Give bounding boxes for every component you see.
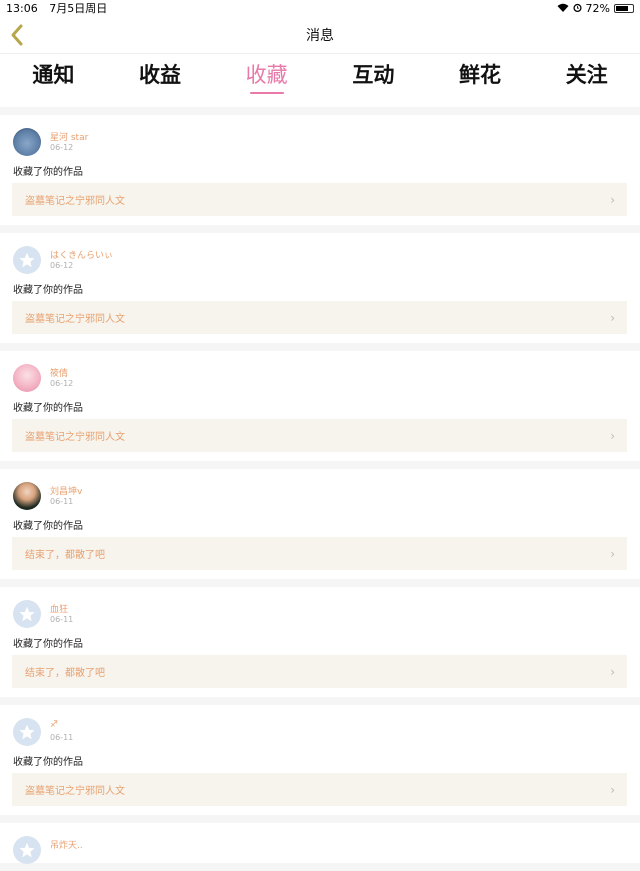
- action-text: 收藏了你的作品: [13, 757, 83, 768]
- avatar[interactable]: [13, 836, 41, 864]
- tab-interaction[interactable]: 互动: [320, 54, 427, 107]
- work-title: 盗墓笔记之宁邪同人文: [25, 432, 125, 443]
- tab-label: 鲜花: [459, 63, 502, 87]
- list-item: 血狂 06-11 收藏了你的作品结束了，都散了吧 ›: [0, 587, 640, 697]
- work-link[interactable]: 盗墓笔记之宁邪同人文 ›: [12, 773, 627, 806]
- work-link[interactable]: 盗墓笔记之宁邪同人文 ›: [12, 183, 627, 216]
- chevron-left-icon: [11, 24, 23, 46]
- default-avatar-star-icon: [19, 842, 35, 858]
- tab-label: 收藏: [245, 63, 288, 87]
- tab-bar: 通知 收益 收藏 互动 鲜花 关注: [0, 54, 640, 107]
- list-item: 吊炸天..: [0, 823, 640, 864]
- date: 06-12: [50, 379, 74, 388]
- tab-favorites[interactable]: 收藏: [213, 54, 320, 107]
- battery-icon: [614, 3, 634, 13]
- default-avatar-star-icon: [19, 252, 35, 268]
- list-item: ♐ 06-11 收藏了你的作品盗墓笔记之宁邪同人文 ›: [0, 705, 640, 815]
- tab-label: 收益: [139, 63, 181, 87]
- avatar[interactable]: [13, 246, 41, 274]
- tab-label: 关注: [565, 63, 608, 87]
- chevron-right-icon: ›: [610, 547, 615, 561]
- work-link[interactable]: 盗墓笔记之宁邪同人文 ›: [12, 301, 627, 334]
- tab-follow[interactable]: 关注: [533, 54, 640, 107]
- username[interactable]: 筱倩: [50, 366, 68, 379]
- avatar[interactable]: [13, 128, 41, 156]
- list-item: はくきんらいぃ 06-12 收藏了你的作品盗墓笔记之宁邪同人文 ›: [0, 233, 640, 343]
- action-text: 收藏了你的作品: [13, 285, 83, 296]
- work-title: 盗墓笔记之宁邪同人文: [25, 786, 125, 797]
- status-date: 7月5日周日: [49, 2, 108, 15]
- list-item: 刘昌坤v 06-11 收藏了你的作品结束了，都散了吧 ›: [0, 469, 640, 579]
- list-item: 星河 star 06-12 收藏了你的作品盗墓笔记之宁邪同人文 ›: [0, 115, 640, 225]
- action-text: 收藏了你的作品: [13, 167, 83, 178]
- work-link[interactable]: 结束了，都散了吧 ›: [12, 655, 627, 688]
- avatar[interactable]: [13, 718, 41, 746]
- date: 06-11: [50, 615, 74, 624]
- tab-notify[interactable]: 通知: [0, 54, 107, 107]
- avatar[interactable]: [13, 364, 41, 392]
- username[interactable]: 刘昌坤v: [50, 484, 82, 497]
- wifi-icon: [557, 2, 569, 15]
- tab-label: 通知: [32, 63, 75, 87]
- work-title: 盗墓笔记之宁邪同人文: [25, 314, 125, 325]
- avatar[interactable]: [13, 482, 41, 510]
- active-tab-indicator: [249, 92, 284, 94]
- work-title: 结束了，都散了吧: [25, 668, 105, 679]
- date: 06-12: [50, 261, 74, 270]
- list-item: 筱倩 06-12 收藏了你的作品盗墓笔记之宁邪同人文 ›: [0, 351, 640, 461]
- battery-percent: 72%: [585, 1, 610, 15]
- username[interactable]: 星河 star: [50, 130, 88, 143]
- nav-bar: 消息: [0, 16, 640, 54]
- tab-flowers[interactable]: 鲜花: [427, 54, 534, 107]
- action-text: 收藏了你的作品: [13, 639, 83, 650]
- work-title: 盗墓笔记之宁邪同人文: [25, 196, 125, 207]
- tab-earnings[interactable]: 收益: [107, 54, 214, 107]
- date: 06-11: [50, 497, 74, 506]
- date: 06-12: [50, 143, 74, 152]
- status-time: 13:06: [6, 2, 38, 15]
- status-right: 72%: [557, 2, 634, 15]
- default-avatar-star-icon: [19, 724, 35, 740]
- work-link[interactable]: 盗墓笔记之宁邪同人文 ›: [12, 419, 627, 452]
- work-title: 结束了，都散了吧: [25, 550, 105, 561]
- action-text: 收藏了你的作品: [13, 403, 83, 414]
- username[interactable]: ♐: [50, 720, 58, 730]
- work-link[interactable]: 结束了，都散了吧 ›: [12, 537, 627, 570]
- status-left: 13:06 7月5日周日: [6, 0, 115, 16]
- chevron-right-icon: ›: [610, 311, 615, 325]
- chevron-right-icon: ›: [610, 665, 615, 679]
- date: 06-11: [50, 733, 74, 742]
- status-bar: 13:06 7月5日周日 72%: [0, 0, 640, 16]
- default-avatar-star-icon: [19, 606, 35, 622]
- chevron-right-icon: ›: [610, 429, 615, 443]
- tab-label: 互动: [352, 63, 395, 87]
- username[interactable]: 血狂: [50, 602, 68, 615]
- username[interactable]: 吊炸天..: [50, 838, 83, 851]
- alarm-icon: [572, 2, 582, 15]
- page-title: 消息: [306, 27, 334, 44]
- chevron-right-icon: ›: [610, 193, 615, 207]
- avatar[interactable]: [13, 600, 41, 628]
- message-list: 星河 star 06-12 收藏了你的作品 盗墓笔记之宁邪同人文 › はくきんらいぃ 06-…: [0, 115, 640, 871]
- username[interactable]: はくきんらいぃ: [50, 248, 113, 261]
- back-button[interactable]: [6, 22, 28, 48]
- chevron-right-icon: ›: [610, 783, 615, 797]
- battery-fill: [616, 5, 628, 11]
- action-text: 收藏了你的作品: [13, 521, 83, 532]
